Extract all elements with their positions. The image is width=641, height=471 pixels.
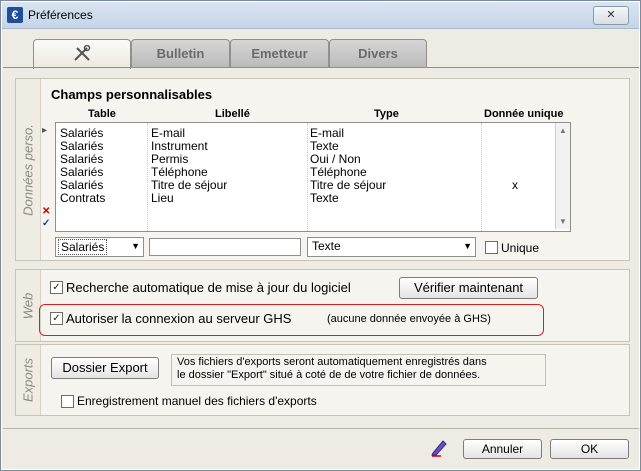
group-donnees-side: Données perso. <box>16 79 41 260</box>
table-row-5-libelle: Lieu <box>151 191 174 205</box>
table-row-5-type: Texte <box>310 191 339 205</box>
table-select-value: Salariés <box>58 239 108 255</box>
preferences-window: € Préférences ✕ Bulletin Emetteur Divers… <box>0 0 641 471</box>
manual-export-checkbox[interactable] <box>61 395 74 408</box>
tab-divider <box>3 67 639 68</box>
table-row-2-type: Oui / Non <box>310 152 361 166</box>
group-donnees-label: Données perso. <box>20 123 36 216</box>
auto-update-label: Recherche automatique de mise à jour du … <box>66 280 351 295</box>
table-row-1-table: Salariés <box>60 139 104 153</box>
tab-emetteur[interactable]: Emetteur <box>230 39 329 68</box>
table-row-3-libelle: Téléphone <box>151 165 208 179</box>
group-web-side: Web <box>16 270 41 341</box>
manual-export-label: Enregistrement manuel des fichiers d'exp… <box>77 394 317 408</box>
col-unique-header: Donnée unique <box>484 108 564 120</box>
title-bar[interactable]: € Préférences ✕ <box>2 2 639 29</box>
table-row-5-table: Contrats <box>60 191 106 205</box>
app-icon: € <box>7 7 23 23</box>
col-sep <box>307 123 308 231</box>
group-web-label: Web <box>20 292 36 319</box>
table-scrollbar[interactable]: ▲ ▼ <box>555 123 570 229</box>
tab-tools[interactable] <box>33 39 131 69</box>
dossier-export-button[interactable]: Dossier Export <box>51 357 159 379</box>
chevron-down-icon: ▼ <box>131 241 140 251</box>
type-select[interactable]: Texte ▼ <box>307 237 476 257</box>
auto-update-checkbox[interactable]: ✓ <box>50 281 63 294</box>
ghs-checkbox[interactable]: ✓ <box>50 312 63 325</box>
fields-table[interactable]: Salariés E-mail E-mail Salariés Instrume… <box>55 122 571 232</box>
table-row-2-table: Salariés <box>60 152 104 166</box>
ghs-note: (aucune donnée envoyée à GHS) <box>327 313 491 325</box>
ghs-label: Autoriser la connexion au serveur GHS <box>66 311 292 326</box>
type-select-value: Texte <box>312 239 341 253</box>
table-row-0-libelle: E-mail <box>151 126 186 140</box>
tools-icon <box>74 45 91 61</box>
table-row-4-libelle: Titre de séjour <box>151 178 228 192</box>
table-row-4-table: Salariés <box>60 178 104 192</box>
table-row-4-type: Titre de séjour <box>310 178 387 192</box>
table-row-0-table: Salariés <box>60 126 104 140</box>
section-title: Champs personnalisables <box>51 87 213 102</box>
col-table-header: Table <box>88 108 116 120</box>
unique-checkbox[interactable] <box>485 241 498 254</box>
window-title: Préférences <box>28 8 93 22</box>
confirm-row-icon[interactable]: ✓ <box>42 218 50 229</box>
group-exports-side: Exports <box>16 345 41 415</box>
chevron-down-icon: ▼ <box>463 241 472 251</box>
libelle-input[interactable] <box>149 238 301 256</box>
unique-label: Unique <box>501 241 540 255</box>
scroll-down-icon[interactable]: ▼ <box>559 217 567 226</box>
table-row-1-type: Texte <box>310 139 339 153</box>
col-type-header: Type <box>374 108 399 120</box>
tab-divers[interactable]: Divers <box>329 39 427 68</box>
col-sep <box>147 123 148 231</box>
ok-button[interactable]: OK <box>550 439 629 459</box>
table-row-3-table: Salariés <box>60 165 104 179</box>
row-pointer-icon: ▸ <box>42 125 48 136</box>
tab-bulletin[interactable]: Bulletin <box>131 39 230 68</box>
check-now-button[interactable]: Vérifier maintenant <box>399 277 538 299</box>
table-select[interactable]: Salariés ▼ <box>55 237 144 257</box>
close-button[interactable]: ✕ <box>593 6 629 25</box>
exports-info-box: Vos fichiers d'exports seront automatiqu… <box>171 354 546 386</box>
group-exports-label: Exports <box>20 357 36 403</box>
col-sep <box>481 123 482 231</box>
exports-info-line2: le dossier "Export" situé à coté de de v… <box>177 369 481 381</box>
table-row-3-type: Téléphone <box>310 165 367 179</box>
exports-info-line1: Vos fichiers d'exports seront automatiqu… <box>177 356 487 368</box>
delete-row-icon[interactable]: ✕ <box>42 206 50 217</box>
table-row-4-unique: x <box>512 178 518 192</box>
cancel-button[interactable]: Annuler <box>463 439 542 459</box>
col-libelle-header: Libellé <box>215 108 250 120</box>
table-row-1-libelle: Instrument <box>151 139 208 153</box>
scroll-up-icon[interactable]: ▲ <box>559 126 567 135</box>
pencil-icon[interactable] <box>429 437 449 457</box>
table-row-0-type: E-mail <box>310 126 345 140</box>
table-row-2-libelle: Permis <box>151 152 189 166</box>
footer-divider <box>3 428 639 429</box>
